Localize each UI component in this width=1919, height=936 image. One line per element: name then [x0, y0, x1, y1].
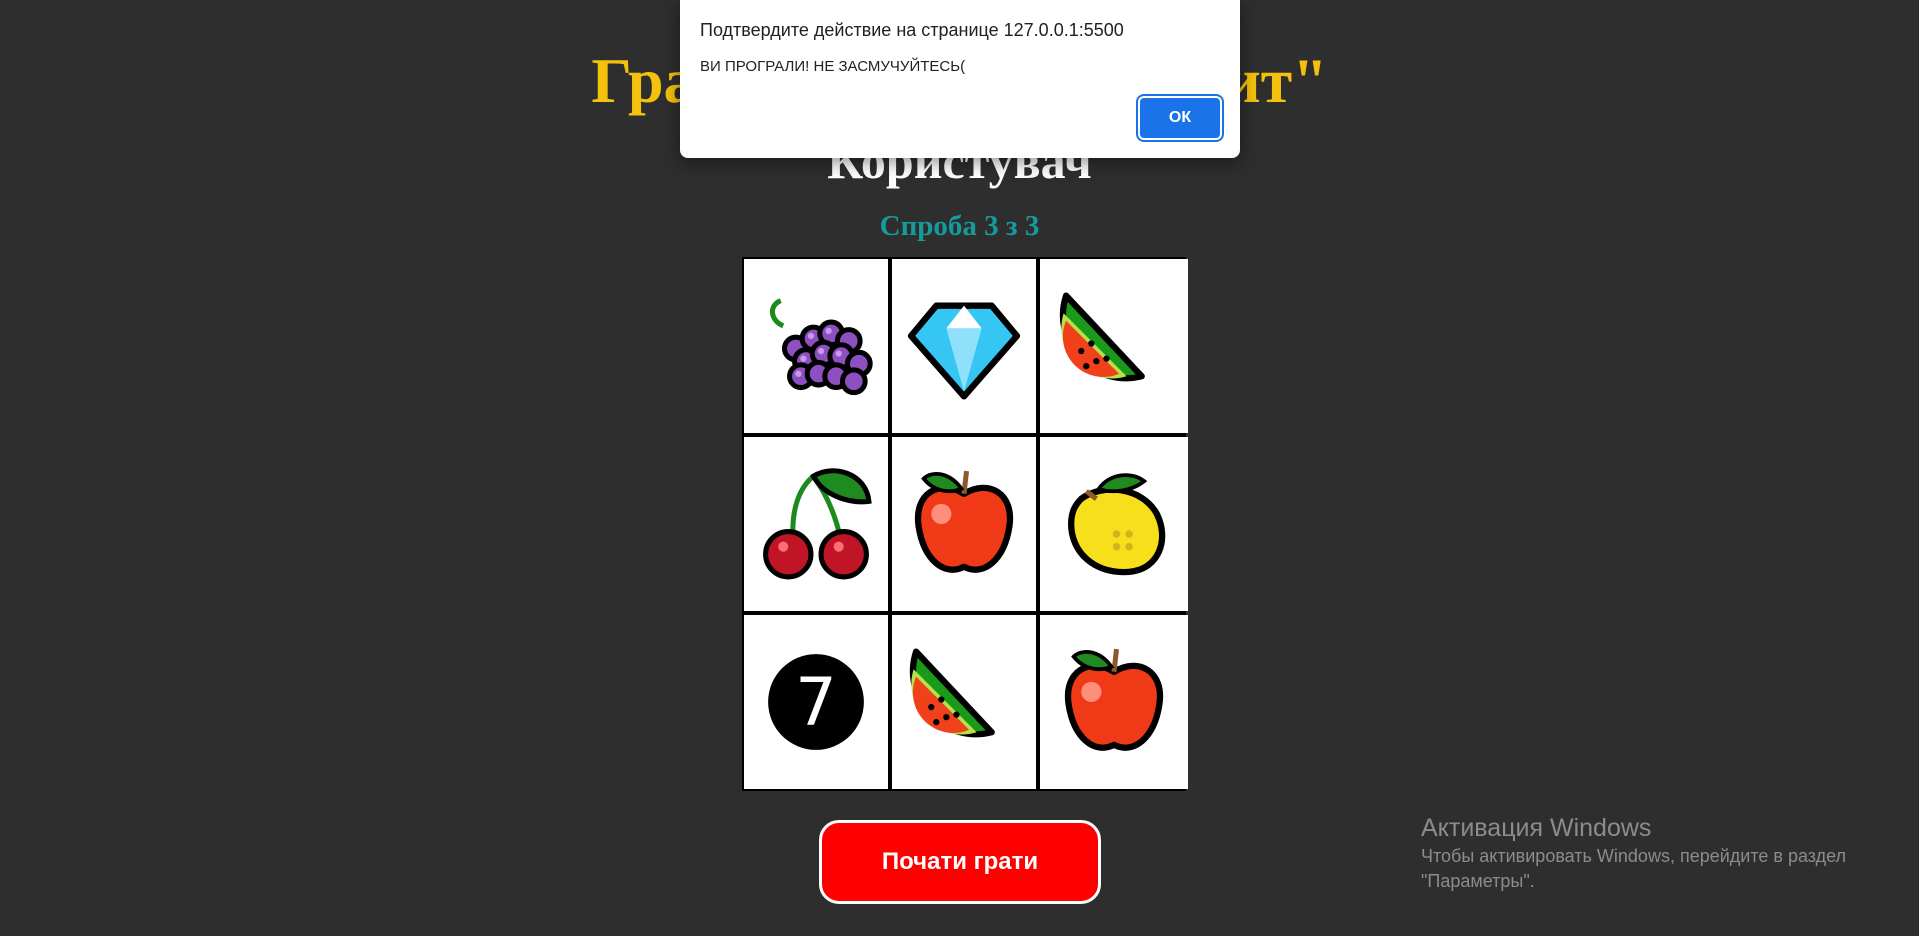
start-game-button[interactable]: Почати грати — [819, 820, 1101, 904]
reel-cell — [892, 615, 1036, 789]
apple-icon — [901, 461, 1027, 587]
attempt-counter: Спроба 3 з 3 — [879, 210, 1040, 242]
reel-cell — [744, 259, 888, 433]
reel-cell: 7 — [744, 615, 888, 789]
dialog-message: ВИ ПРОГРАЛИ! НЕ ЗАСМУЧУЙТЕСЬ( — [700, 58, 966, 75]
reel-cell — [892, 437, 1036, 611]
watermelon-icon — [1051, 283, 1177, 409]
watermelon-icon — [901, 639, 1027, 765]
activation-line-2: "Параметры". — [1421, 871, 1535, 891]
seven-icon: 7 — [768, 654, 864, 750]
reel-cell — [1040, 437, 1188, 611]
apple-icon — [1051, 639, 1177, 765]
lemon-icon — [1051, 461, 1177, 587]
dialog-title: Подтвердите действие на странице 127.0.0… — [700, 20, 1124, 40]
activation-title: Активация Windows — [1421, 814, 1652, 842]
windows-activation-watermark: Активация Windows Чтобы активировать Win… — [1421, 812, 1846, 894]
reel-cell — [1040, 615, 1188, 789]
slot-reels-grid: 7 — [742, 257, 1188, 791]
confirm-dialog: Подтвердите действие на странице 127.0.0… — [680, 0, 1240, 158]
grapes-icon — [753, 283, 879, 409]
diamond-icon — [901, 283, 1027, 409]
reel-cell — [1040, 259, 1188, 433]
cherries-icon — [753, 461, 879, 587]
seven-label: 7 — [795, 665, 837, 741]
activation-line-1: Чтобы активировать Windows, перейдите в … — [1421, 846, 1847, 866]
ok-button[interactable]: ОК — [1140, 98, 1220, 138]
reel-cell — [744, 437, 888, 611]
reel-cell — [892, 259, 1036, 433]
